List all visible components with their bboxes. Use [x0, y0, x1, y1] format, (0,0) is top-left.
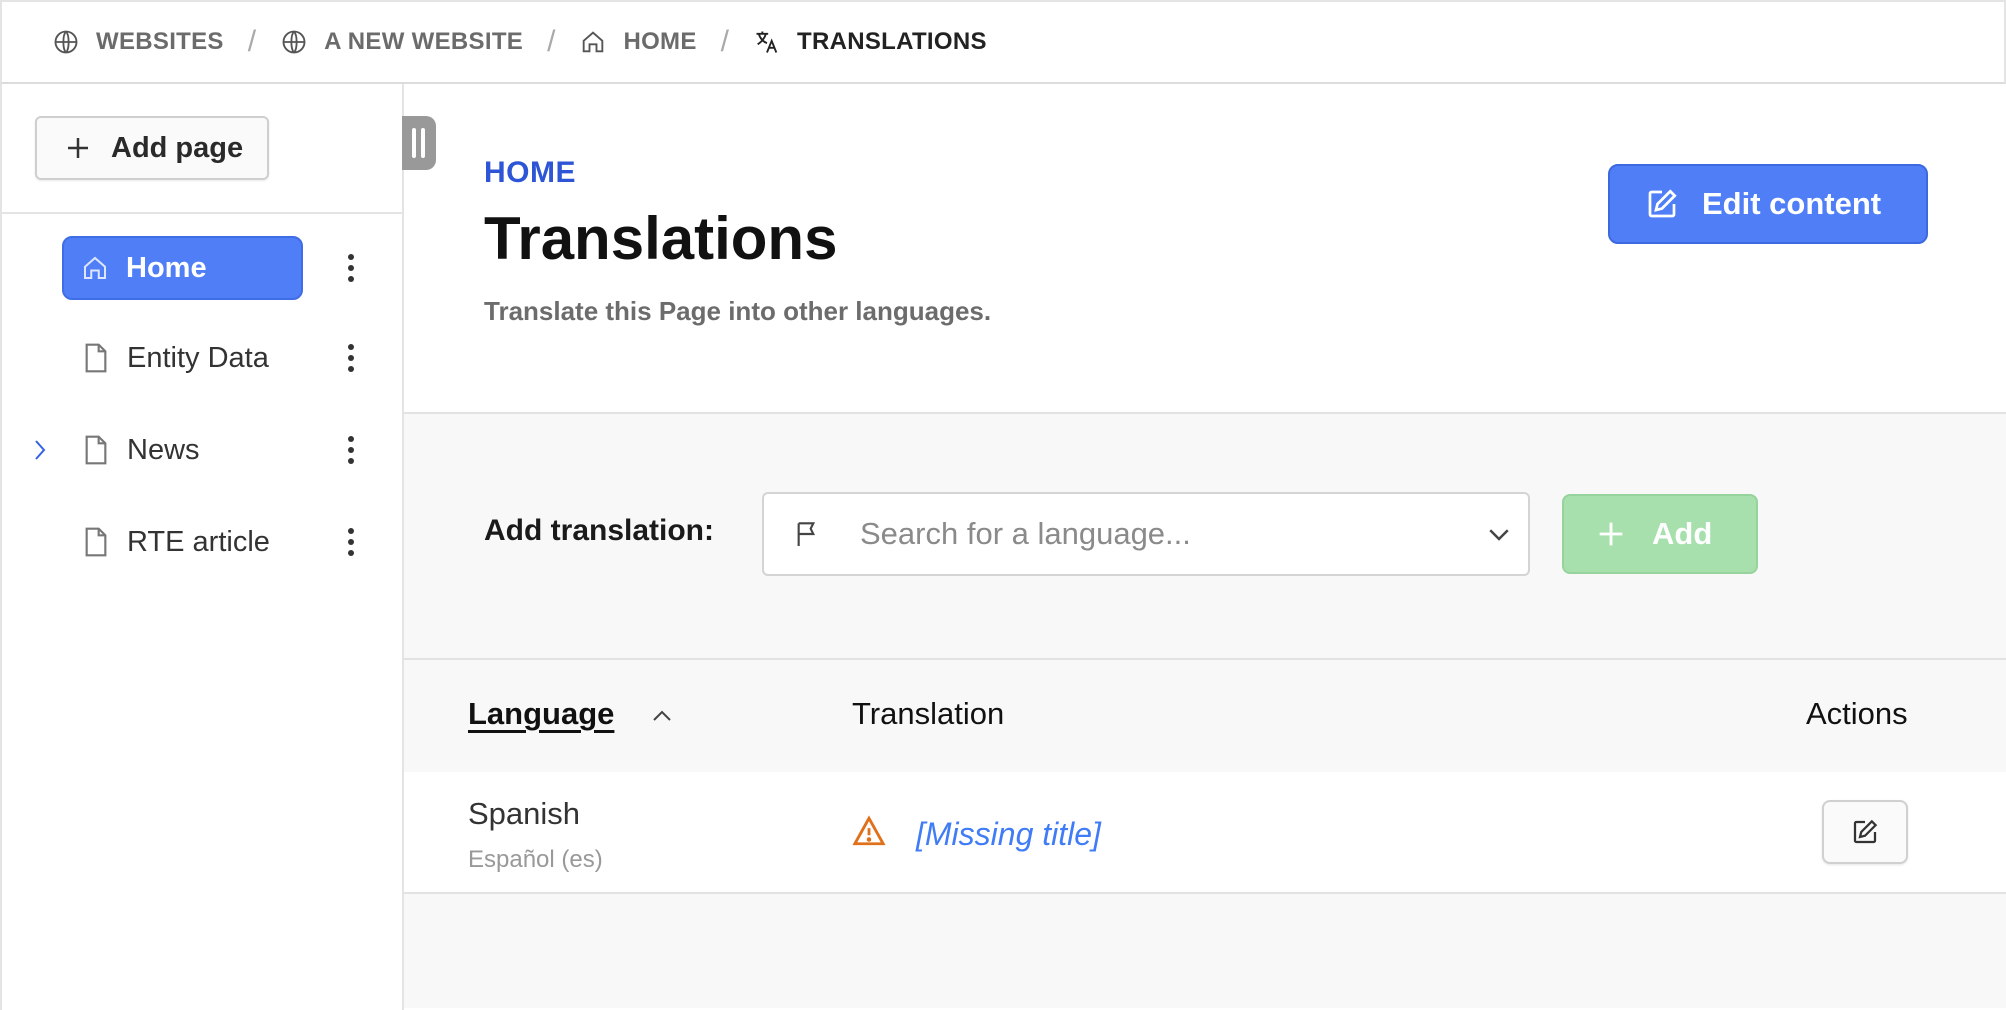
page-eyebrow: HOME [484, 156, 576, 189]
sidebar-item-entity-data[interactable]: Entity Data [2, 326, 402, 390]
column-header-actions: Actions [1806, 696, 1908, 731]
language-search-input[interactable] [860, 512, 1420, 556]
breadcrumb-label: HOME [623, 28, 697, 55]
warning-icon [852, 814, 886, 848]
breadcrumb: WEBSITES / A NEW WEBSITE / HOME / TRANSL… [0, 0, 2006, 84]
main-content: HOME Translations Translate this Page in… [404, 84, 2006, 1010]
add-translation-button[interactable]: Add [1562, 494, 1758, 574]
add-page-button[interactable]: Add page [35, 116, 269, 180]
breadcrumb-label: A NEW WEBSITE [324, 28, 524, 55]
more-options-icon[interactable] [338, 341, 364, 375]
edit-icon [1644, 186, 1680, 222]
add-translation-label: Add translation: [484, 514, 714, 547]
page-title: Translations [484, 205, 838, 272]
more-options-icon[interactable] [338, 433, 364, 467]
edit-content-button[interactable]: Edit content [1608, 164, 1928, 244]
flag-icon [792, 517, 824, 551]
edit-icon [1850, 817, 1880, 847]
sidebar-item-label: Home [126, 251, 207, 284]
sidebar-header: Add page [2, 84, 402, 214]
breadcrumb-item-translations: TRANSLATIONS [753, 28, 987, 56]
more-options-icon[interactable] [338, 251, 364, 285]
breadcrumb-separator: / [547, 25, 556, 58]
home-icon [80, 253, 110, 283]
language-name: Spanish [468, 796, 581, 831]
sidebar-item-label: Entity Data [127, 341, 269, 374]
more-options-icon[interactable] [338, 525, 364, 559]
translate-icon [753, 28, 781, 56]
language-search-select[interactable] [762, 492, 1530, 576]
translations-table-header: Language Translation Actions [404, 660, 2006, 772]
page-icon [82, 526, 110, 558]
page-icon [82, 342, 110, 374]
globe-icon [52, 28, 80, 56]
plus-icon [1594, 517, 1628, 551]
sidebar-item-label: News [127, 433, 200, 466]
breadcrumb-item-website[interactable]: A NEW WEBSITE [280, 28, 523, 56]
sidebar-item-label: RTE article [127, 525, 270, 558]
sidebar-item-home[interactable]: Home [2, 236, 402, 300]
table-empty-area [404, 894, 2006, 1008]
breadcrumb-label: TRANSLATIONS [797, 28, 987, 55]
sort-ascending-icon[interactable] [648, 706, 676, 726]
edit-content-label: Edit content [1702, 186, 1882, 221]
column-header-translation: Translation [852, 696, 1005, 731]
add-button-label: Add [1652, 516, 1713, 551]
breadcrumb-item-websites[interactable]: WEBSITES [52, 28, 224, 56]
chevron-down-icon[interactable] [1484, 519, 1514, 549]
page-header: HOME Translations Translate this Page in… [404, 84, 2006, 414]
breadcrumb-separator: / [720, 25, 729, 58]
chevron-right-icon[interactable] [28, 436, 52, 464]
language-native-name: Español (es) [468, 846, 603, 873]
plus-icon [63, 133, 93, 163]
sidebar-item-news[interactable]: News [2, 418, 402, 482]
breadcrumb-item-home[interactable]: HOME [579, 28, 696, 56]
sidebar: Add page Home Entity Data News RTE artic… [0, 84, 404, 1010]
home-icon [579, 28, 607, 56]
sidebar-item-rte-article[interactable]: RTE article [2, 510, 402, 574]
row-edit-button[interactable] [1822, 800, 1908, 864]
table-row: Spanish Español (es) [Missing title] [404, 772, 2006, 894]
translation-title-link[interactable]: [Missing title] [916, 816, 1101, 853]
add-translation-section: Add translation: Add [404, 414, 2006, 660]
globe-icon [280, 28, 308, 56]
page-icon [82, 434, 110, 466]
column-header-language[interactable]: Language [468, 696, 614, 732]
breadcrumb-separator: / [247, 25, 257, 58]
add-page-label: Add page [111, 131, 244, 164]
breadcrumb-label: WEBSITES [96, 28, 224, 55]
page-description: Translate this Page into other languages… [484, 296, 992, 326]
